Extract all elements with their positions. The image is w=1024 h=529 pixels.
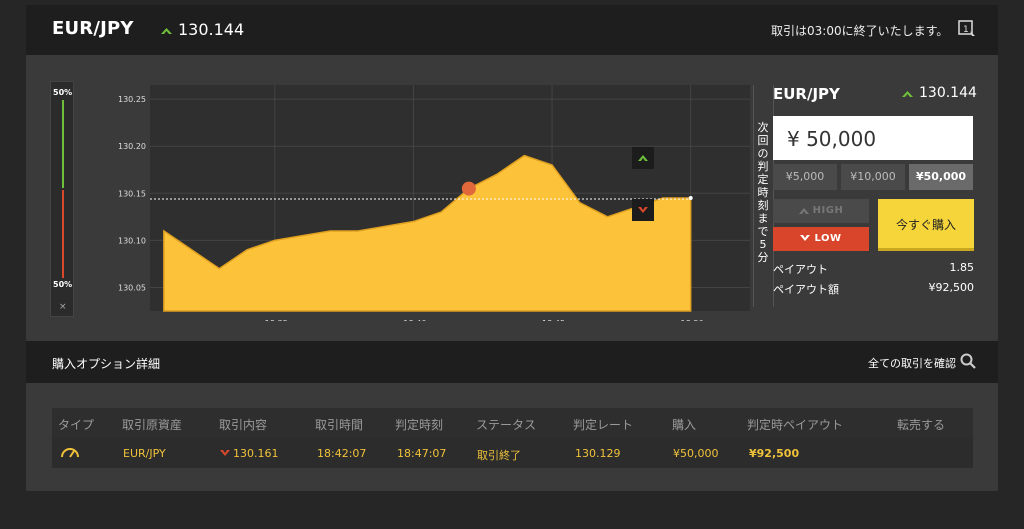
window-icon[interactable]: 1 bbox=[958, 19, 976, 39]
row-content-value: 130.161 bbox=[233, 447, 279, 460]
panel-price-value: 130.144 bbox=[919, 85, 977, 101]
row-judgment-rate: 130.129 bbox=[575, 447, 621, 460]
col-trade-time: 取引時間 bbox=[315, 418, 364, 432]
table-row[interactable]: EUR/JPY 130.161 18:42:07 18:47:07 取引終了 1… bbox=[52, 438, 973, 468]
header-price-value: 130.144 bbox=[178, 20, 245, 39]
y-tick-label: 130.10 bbox=[118, 236, 146, 245]
x-tick-label: 18:50 bbox=[681, 319, 704, 321]
payout-value: 1.85 bbox=[949, 261, 975, 274]
low-button[interactable]: LOW bbox=[773, 227, 869, 251]
x-tick-label: 18:45 bbox=[542, 319, 565, 321]
trading-panel: EUR/JPY 130.144 取引は03:00に終了いたします。 1 50% … bbox=[26, 5, 998, 491]
col-resell: 転売する bbox=[897, 418, 946, 432]
gauge-icon bbox=[61, 448, 79, 458]
pair-title: EUR/JPY bbox=[52, 18, 134, 39]
row-payout: ¥92,500 bbox=[749, 447, 800, 460]
search-icon[interactable] bbox=[960, 353, 976, 369]
x-tick-label: 18:40 bbox=[403, 319, 426, 321]
y-tick-label: 130.15 bbox=[118, 189, 146, 198]
y-tick-label: 130.05 bbox=[118, 283, 146, 292]
row-judgment-time: 18:47:07 bbox=[397, 447, 447, 460]
preset-5000[interactable]: ¥5,000 bbox=[773, 164, 837, 190]
next-judgment-label: 次回の判定時刻まで5分 bbox=[757, 121, 769, 264]
entry-marker bbox=[461, 181, 476, 196]
row-purchase: ¥50,000 bbox=[673, 447, 719, 460]
top-bar: EUR/JPY 130.144 取引は03:00に終了いたします。 1 bbox=[26, 5, 998, 55]
preset-50000[interactable]: ¥50,000 bbox=[909, 164, 973, 190]
row-status: 取引終了 bbox=[477, 449, 521, 462]
col-asset: 取引原資産 bbox=[122, 418, 183, 432]
payout-amount-value: ¥92,500 bbox=[928, 281, 975, 294]
up-arrow-icon bbox=[161, 27, 172, 34]
down-arrow-icon bbox=[638, 207, 648, 213]
chart-low-button[interactable] bbox=[632, 199, 654, 221]
col-judgment-time: 判定時刻 bbox=[395, 418, 444, 432]
divider bbox=[753, 85, 754, 307]
closing-notice: 取引は03:00に終了いたします。 bbox=[771, 24, 949, 38]
panel-pair: EUR/JPY bbox=[773, 85, 840, 103]
payout-amount-label: ペイアウト額 bbox=[773, 283, 839, 296]
details-title: 購入オプション詳細 bbox=[52, 357, 161, 371]
high-label: HIGH bbox=[812, 205, 844, 216]
col-payout: 判定時ペイアウト bbox=[747, 418, 844, 432]
details-header: 購入オプション詳細 全ての取引を確認 bbox=[26, 341, 998, 383]
col-purchase: 購入 bbox=[672, 418, 697, 432]
y-tick-label: 130.20 bbox=[118, 142, 146, 151]
preset-10000[interactable]: ¥10,000 bbox=[841, 164, 905, 190]
y-tick-label: 130.25 bbox=[118, 95, 146, 104]
x-tick-label: 18:35 bbox=[265, 319, 288, 321]
chart-high-button[interactable] bbox=[632, 147, 654, 169]
col-status: ステータス bbox=[476, 418, 537, 432]
up-arrow-icon bbox=[798, 208, 809, 214]
down-arrow-icon bbox=[220, 450, 230, 456]
low-label: LOW bbox=[814, 233, 842, 244]
col-type: タイプ bbox=[58, 418, 95, 432]
svg-text:1: 1 bbox=[963, 25, 969, 35]
table-header: タイプ 取引原資産 取引内容 取引時間 判定時刻 ステータス 判定レート 購入 … bbox=[52, 408, 973, 438]
buy-now-button[interactable]: 今すぐ購入 bbox=[878, 199, 974, 251]
current-point bbox=[688, 196, 693, 200]
payout-label: ペイアウト bbox=[773, 263, 828, 276]
up-arrow-icon bbox=[638, 155, 648, 161]
header-price: 130.144 bbox=[161, 20, 244, 39]
price-chart: 50% 50% × 130.25 130.20 130.15 130.10 130.05… bbox=[50, 81, 774, 321]
amount-input[interactable]: ¥ 50,000 bbox=[773, 116, 973, 160]
high-button[interactable]: HIGH bbox=[773, 199, 869, 223]
down-arrow-icon bbox=[800, 235, 811, 241]
row-trade-time: 18:42:07 bbox=[317, 447, 367, 460]
col-content: 取引内容 bbox=[219, 418, 268, 432]
view-all-trades-link[interactable]: 全ての取引を確認 bbox=[868, 355, 956, 371]
panel-price: 130.144 bbox=[902, 85, 977, 101]
up-arrow-icon bbox=[902, 91, 913, 97]
row-content: 130.161 bbox=[220, 447, 279, 460]
col-judgment-rate: 判定レート bbox=[573, 418, 634, 432]
row-asset: EUR/JPY bbox=[123, 447, 166, 460]
